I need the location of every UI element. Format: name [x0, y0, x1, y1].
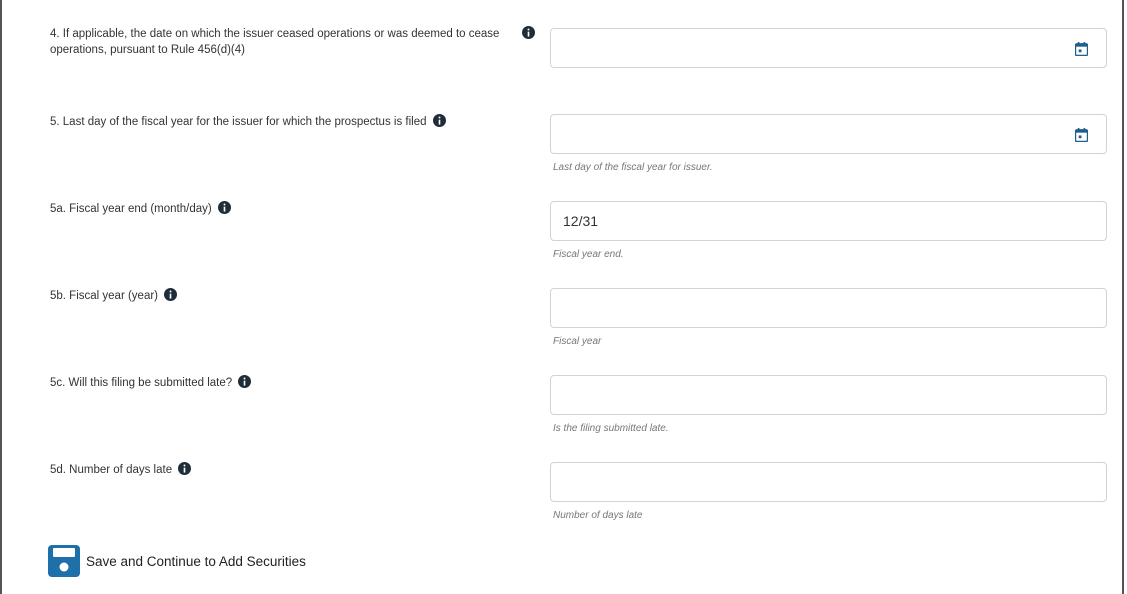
info-icon[interactable]	[217, 201, 231, 214]
fiscal-year-input[interactable]	[550, 288, 1107, 328]
label-text: 5a. Fiscal year end (month/day)	[50, 203, 212, 215]
save-and-continue-button[interactable]: Save and Continue to Add Securities	[48, 545, 306, 577]
field-hint: Number of days late	[553, 510, 643, 521]
field-hint: Last day of the fiscal year for issuer.	[553, 162, 713, 173]
label-text: 5c. Will this filing be submitted late?	[50, 377, 233, 389]
field-hint: Fiscal year	[553, 336, 602, 347]
calendar-icon[interactable]	[1075, 42, 1088, 56]
field-label-fiscal-year: 5b. Fiscal year (year)	[50, 288, 530, 304]
field-label-ceased-operations-date: 4. If applicable, the date on which the …	[50, 26, 520, 58]
ceased-operations-date-input[interactable]	[550, 28, 1107, 68]
info-icon[interactable]	[164, 288, 178, 301]
info-icon[interactable]	[178, 462, 192, 475]
field-hint: Fiscal year end.	[553, 249, 624, 260]
calendar-icon[interactable]	[1075, 128, 1088, 142]
save-icon	[48, 545, 80, 577]
field-value: 12/31	[563, 213, 599, 229]
save-button-label: Save and Continue to Add Securities	[86, 553, 306, 569]
info-icon[interactable]	[238, 375, 252, 388]
field-label-submitted-late: 5c. Will this filing be submitted late?	[50, 375, 530, 391]
field-label-days-late: 5d. Number of days late	[50, 462, 530, 478]
days-late-input[interactable]	[550, 462, 1107, 502]
label-text: 4. If applicable, the date on which the …	[50, 28, 500, 56]
label-text: 5b. Fiscal year (year)	[50, 290, 159, 302]
info-icon[interactable]	[432, 114, 446, 127]
field-hint: Is the filing submitted late.	[553, 423, 669, 434]
submitted-late-input[interactable]	[550, 375, 1107, 415]
info-icon[interactable]	[522, 26, 535, 39]
fiscal-year-end-input[interactable]: 12/31	[550, 201, 1107, 241]
field-label-fiscal-year-end: 5a. Fiscal year end (month/day)	[50, 201, 530, 217]
form-panel: 4. If applicable, the date on which the …	[0, 0, 1124, 594]
label-text: 5d. Number of days late	[50, 464, 173, 476]
label-text: 5. Last day of the fiscal year for the i…	[50, 116, 427, 128]
field-label-fiscal-year-last-day: 5. Last day of the fiscal year for the i…	[50, 114, 530, 130]
fiscal-year-last-day-input[interactable]	[550, 114, 1107, 154]
